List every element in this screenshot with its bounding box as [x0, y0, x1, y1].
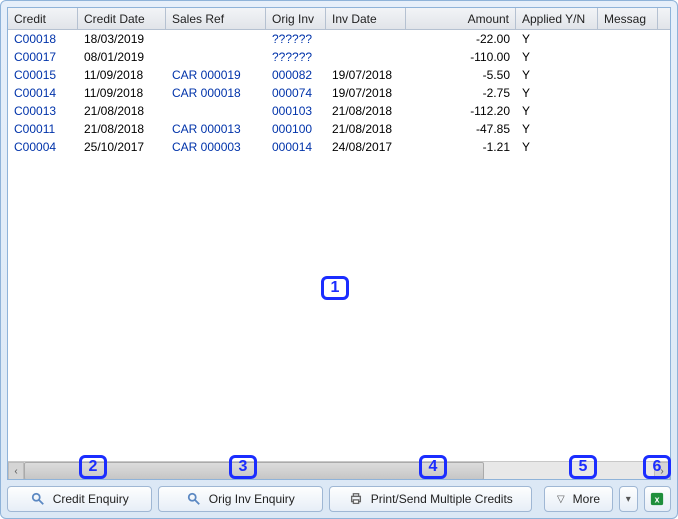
- cell-orig-inv[interactable]: ??????: [266, 30, 326, 48]
- cell-applied: Y: [516, 84, 598, 102]
- caret-down-icon: ▾: [626, 494, 631, 505]
- cell-inv-date: [326, 30, 406, 48]
- cell-credit-date: 08/01/2019: [78, 48, 166, 66]
- cell-inv-date: 19/07/2018: [326, 84, 406, 102]
- magnifier-icon: [187, 492, 201, 506]
- cell-message: [598, 102, 658, 120]
- cell-amount: -110.00: [406, 48, 516, 66]
- cell-orig-inv[interactable]: 000103: [266, 102, 326, 120]
- cell-sales-ref: [166, 30, 266, 48]
- printer-icon: [349, 492, 363, 506]
- cell-sales-ref: [166, 48, 266, 66]
- cell-amount: -112.20: [406, 102, 516, 120]
- table-row[interactable]: C0001511/09/2018CAR 00001900008219/07/20…: [8, 66, 670, 84]
- cell-credit-date: 21/08/2018: [78, 102, 166, 120]
- table-body[interactable]: C0001818/03/2019??????-22.00YC0001708/01…: [8, 30, 670, 461]
- cell-applied: Y: [516, 66, 598, 84]
- cell-sales-ref: [166, 102, 266, 120]
- cell-applied: Y: [516, 102, 598, 120]
- cell-inv-date: 21/08/2018: [326, 102, 406, 120]
- cell-credit[interactable]: C00013: [8, 102, 78, 120]
- col-inv-date[interactable]: Inv Date: [326, 8, 406, 29]
- cell-orig-inv[interactable]: 000074: [266, 84, 326, 102]
- cell-sales-ref[interactable]: CAR 000013: [166, 120, 266, 138]
- cell-credit-date: 11/09/2018: [78, 66, 166, 84]
- cell-credit[interactable]: C00011: [8, 120, 78, 138]
- cell-message: [598, 48, 658, 66]
- table-row[interactable]: C0001708/01/2019?????? -110.00Y: [8, 48, 670, 66]
- horizontal-scrollbar[interactable]: ‹ ›: [8, 461, 670, 479]
- more-button[interactable]: ▽ More: [544, 486, 612, 512]
- cell-applied: Y: [516, 120, 598, 138]
- table-header: Credit Credit Date Sales Ref Orig Inv In…: [8, 8, 670, 30]
- export-excel-button[interactable]: x: [644, 486, 671, 512]
- cell-amount: -22.00: [406, 30, 516, 48]
- scroll-right-arrow-icon[interactable]: ›: [654, 462, 670, 480]
- table-row[interactable]: C0001321/08/201800010321/08/2018-112.20Y: [8, 102, 670, 120]
- cell-credit-date: 11/09/2018: [78, 84, 166, 102]
- cell-amount: -2.75: [406, 84, 516, 102]
- cell-sales-ref[interactable]: CAR 000019: [166, 66, 266, 84]
- print-multi-label: Print/Send Multiple Credits: [371, 492, 513, 506]
- cell-message: [598, 120, 658, 138]
- table-row[interactable]: C0000425/10/2017CAR 00000300001424/08/20…: [8, 138, 670, 156]
- more-label: More: [573, 492, 600, 506]
- svg-text:x: x: [655, 495, 660, 505]
- credit-enquiry-button[interactable]: Credit Enquiry: [7, 486, 152, 512]
- cell-orig-inv[interactable]: 000100: [266, 120, 326, 138]
- col-message[interactable]: Messag: [598, 8, 658, 29]
- cell-orig-inv[interactable]: ??????: [266, 48, 326, 66]
- cell-credit-date: 25/10/2017: [78, 138, 166, 156]
- magnifier-icon: [31, 492, 45, 506]
- credits-table: Credit Credit Date Sales Ref Orig Inv In…: [7, 7, 671, 480]
- cell-orig-inv[interactable]: 000082: [266, 66, 326, 84]
- cell-credit[interactable]: C00014: [8, 84, 78, 102]
- cell-credit[interactable]: C00015: [8, 66, 78, 84]
- col-sales-ref[interactable]: Sales Ref: [166, 8, 266, 29]
- credit-enquiry-label: Credit Enquiry: [53, 492, 129, 506]
- cell-message: [598, 138, 658, 156]
- cell-amount: -47.85: [406, 120, 516, 138]
- scroll-left-arrow-icon[interactable]: ‹: [8, 462, 24, 480]
- cell-credit-date: 21/08/2018: [78, 120, 166, 138]
- more-dropdown-button[interactable]: ▾: [619, 486, 638, 512]
- orig-inv-enquiry-label: Orig Inv Enquiry: [209, 492, 295, 506]
- col-applied[interactable]: Applied Y/N: [516, 8, 598, 29]
- chevron-down-icon: ▽: [557, 494, 565, 505]
- col-credit[interactable]: Credit: [8, 8, 78, 29]
- orig-inv-enquiry-button[interactable]: Orig Inv Enquiry: [158, 486, 323, 512]
- print-multi-button[interactable]: Print/Send Multiple Credits: [329, 486, 532, 512]
- cell-credit-date: 18/03/2019: [78, 30, 166, 48]
- cell-amount: -5.50: [406, 66, 516, 84]
- col-credit-date[interactable]: Credit Date: [78, 8, 166, 29]
- scroll-thumb[interactable]: [24, 462, 484, 480]
- cell-inv-date: 24/08/2017: [326, 138, 406, 156]
- cell-orig-inv[interactable]: 000014: [266, 138, 326, 156]
- cell-amount: -1.21: [406, 138, 516, 156]
- cell-message: [598, 84, 658, 102]
- cell-credit[interactable]: C00017: [8, 48, 78, 66]
- cell-message: [598, 66, 658, 84]
- cell-inv-date: 19/07/2018: [326, 66, 406, 84]
- table-row[interactable]: C0001818/03/2019?????? -22.00Y: [8, 30, 670, 48]
- col-orig-inv[interactable]: Orig Inv: [266, 8, 326, 29]
- cell-applied: Y: [516, 30, 598, 48]
- cell-inv-date: 21/08/2018: [326, 120, 406, 138]
- excel-icon: x: [650, 492, 664, 506]
- cell-inv-date: [326, 48, 406, 66]
- cell-message: [598, 30, 658, 48]
- cell-sales-ref[interactable]: CAR 000003: [166, 138, 266, 156]
- credits-window: Credit Credit Date Sales Ref Orig Inv In…: [0, 0, 678, 519]
- col-amount[interactable]: Amount: [406, 8, 516, 29]
- cell-applied: Y: [516, 138, 598, 156]
- cell-credit[interactable]: C00018: [8, 30, 78, 48]
- cell-sales-ref[interactable]: CAR 000018: [166, 84, 266, 102]
- cell-credit[interactable]: C00004: [8, 138, 78, 156]
- cell-applied: Y: [516, 48, 598, 66]
- toolbar: Credit Enquiry Orig Inv Enquiry Print/Se…: [7, 486, 671, 512]
- table-row[interactable]: C0001411/09/2018CAR 00001800007419/07/20…: [8, 84, 670, 102]
- table-row[interactable]: C0001121/08/2018CAR 00001300010021/08/20…: [8, 120, 670, 138]
